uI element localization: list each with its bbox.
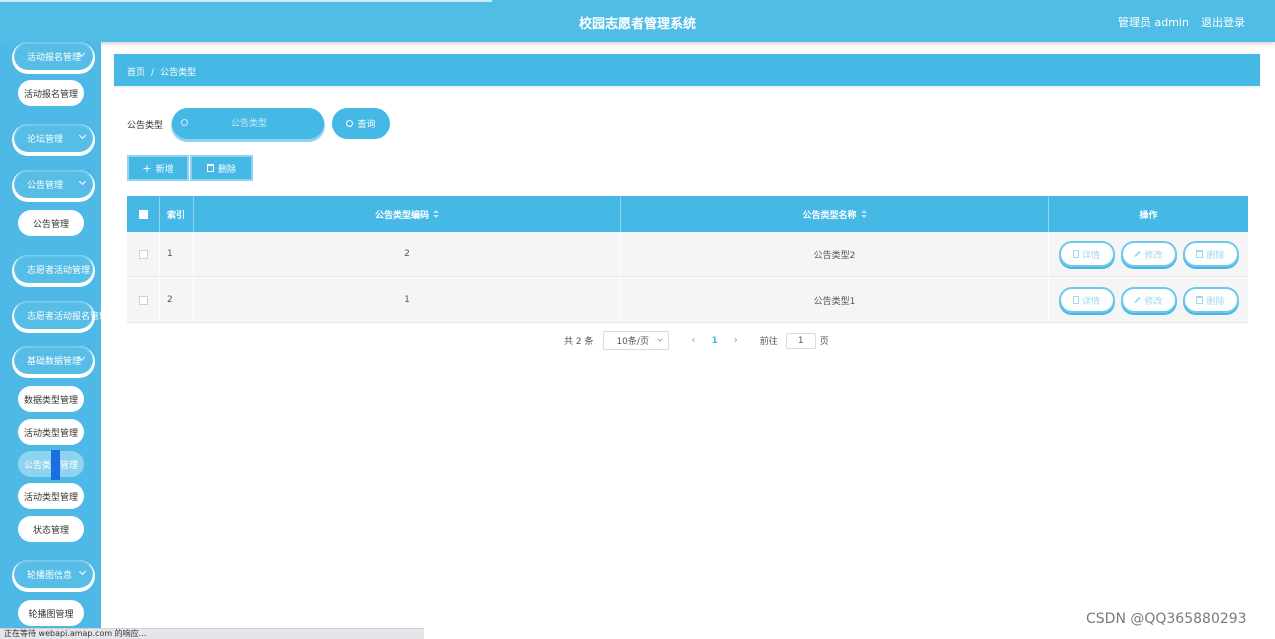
table-header: 索引 公告类型编码 公告类型名称 操作 <box>127 196 1248 232</box>
sidebar-menu-volunteer-activity[interactable]: 志愿者活动管理 <box>14 255 93 283</box>
logout-link[interactable]: 退出登录 <box>1201 14 1245 30</box>
active-indicator <box>51 450 60 480</box>
row-code: 2 <box>194 232 621 276</box>
edit-button[interactable]: 修改 <box>1120 241 1177 267</box>
search-label: 公告类型 <box>127 121 164 131</box>
table-row: 2 1 公告类型1 详情 修改 删除 <box>127 278 1248 323</box>
trash-icon <box>206 164 214 172</box>
sidebar-item-data-type[interactable]: 数据类型管理 <box>18 386 84 412</box>
detail-button[interactable]: 详情 <box>1058 287 1115 313</box>
header-top-line <box>0 0 492 2</box>
goto-page-input[interactable]: 1 <box>785 332 816 349</box>
trash-icon <box>1196 250 1204 258</box>
breadcrumb-home[interactable]: 首页 <box>127 68 145 78</box>
sidebar-item-status[interactable]: 状态管理 <box>18 516 84 542</box>
column-header-code[interactable]: 公告类型编码 <box>194 196 621 232</box>
prev-page-icon[interactable]: ‹ <box>691 335 695 346</box>
search-input[interactable] <box>194 116 304 132</box>
query-button[interactable]: 查询 <box>332 108 390 139</box>
sidebar-item-notice[interactable]: 公告管理 <box>18 210 84 236</box>
breadcrumb: 首页 / 公告类型 <box>114 54 1260 86</box>
watermark: CSDN @QQ365880293 <box>1086 611 1247 627</box>
row-index: 1 <box>160 232 194 276</box>
column-header-index: 索引 <box>160 196 194 232</box>
sort-icon[interactable] <box>860 209 867 218</box>
chevron-down-icon <box>78 177 87 186</box>
row-name: 公告类型1 <box>621 278 1049 322</box>
sidebar-menu-carousel[interactable]: 轮播图信息 <box>14 560 93 588</box>
browser-status-bar: 正在等待 webapi.amap.com 的响应... <box>0 628 424 639</box>
sidebar-menu-activity-signup[interactable]: 活动报名管理 <box>14 42 93 70</box>
next-page-icon[interactable]: › <box>734 335 738 346</box>
delete-button[interactable]: 删除 <box>1182 241 1239 267</box>
select-all-checkbox[interactable] <box>138 209 148 219</box>
sidebar-menu-forum[interactable]: 论坛管理 <box>14 124 93 152</box>
search-box[interactable] <box>172 108 324 139</box>
chevron-down-icon <box>78 567 87 576</box>
column-header-actions: 操作 <box>1139 210 1158 221</box>
table-row: 1 2 公告类型2 详情 修改 删除 <box>127 232 1248 277</box>
trash-icon <box>1196 296 1204 304</box>
column-header-name[interactable]: 公告类型名称 <box>621 196 1049 232</box>
edit-icon <box>1134 250 1142 258</box>
row-index: 2 <box>160 278 194 322</box>
pagination: 共 2 条 10条/页 ‹ 1 › 前往 1 页 <box>564 331 829 350</box>
edit-button[interactable]: 修改 <box>1120 287 1177 313</box>
sidebar-menu-volunteer-signup[interactable]: 志愿者活动报名管理 <box>14 301 101 329</box>
current-user: 管理员 admin <box>1118 16 1189 29</box>
row-checkbox[interactable] <box>138 295 148 305</box>
search-icon <box>181 119 188 126</box>
plus-icon: + <box>142 161 152 175</box>
sidebar-menu-notice[interactable]: 公告管理 <box>14 170 93 198</box>
chevron-down-icon <box>78 131 87 140</box>
page-size-select[interactable]: 10条/页 <box>603 331 670 350</box>
delete-button[interactable]: 删除 <box>1182 287 1239 313</box>
chevron-down-icon <box>657 336 664 342</box>
sidebar-menu-base-data[interactable]: 基础数据管理 <box>14 346 93 374</box>
sidebar-item-activity-type[interactable]: 活动类型管理 <box>18 419 84 445</box>
row-actions: 详情 修改 删除 <box>1049 278 1248 322</box>
page-number[interactable]: 1 <box>711 336 717 346</box>
page-suffix: 页 <box>819 337 829 347</box>
top-header: 校园志愿者管理系统 管理员 admin 退出登录 <box>0 0 1275 42</box>
add-button[interactable]: + 新增 <box>127 155 189 181</box>
sidebar-item-carousel[interactable]: 轮播图管理 <box>18 600 84 626</box>
breadcrumb-current: 公告类型 <box>160 68 197 78</box>
sidebar-item-activity-type-2[interactable]: 活动类型管理 <box>18 483 84 509</box>
goto-label: 前往 <box>759 337 778 347</box>
row-code: 1 <box>194 278 621 322</box>
document-icon <box>1072 250 1079 258</box>
detail-button[interactable]: 详情 <box>1058 241 1115 267</box>
document-icon <box>1072 296 1079 304</box>
app-title: 校园志愿者管理系统 <box>578 17 696 32</box>
row-name: 公告类型2 <box>621 232 1049 276</box>
pagination-total: 共 2 条 <box>564 337 594 347</box>
edit-icon <box>1134 296 1142 304</box>
sidebar-item-activity-signup[interactable]: 活动报名管理 <box>18 80 84 106</box>
search-icon <box>346 120 354 127</box>
breadcrumb-separator: / <box>151 68 155 78</box>
row-checkbox[interactable] <box>138 249 148 259</box>
sort-icon[interactable] <box>433 209 439 218</box>
batch-delete-button[interactable]: 删除 <box>190 155 253 181</box>
sidebar: 活动报名管理 活动报名管理 论坛管理 公告管理 公告管理 志愿者活动管理 志愿者… <box>0 42 101 639</box>
row-actions: 详情 修改 删除 <box>1049 232 1248 276</box>
